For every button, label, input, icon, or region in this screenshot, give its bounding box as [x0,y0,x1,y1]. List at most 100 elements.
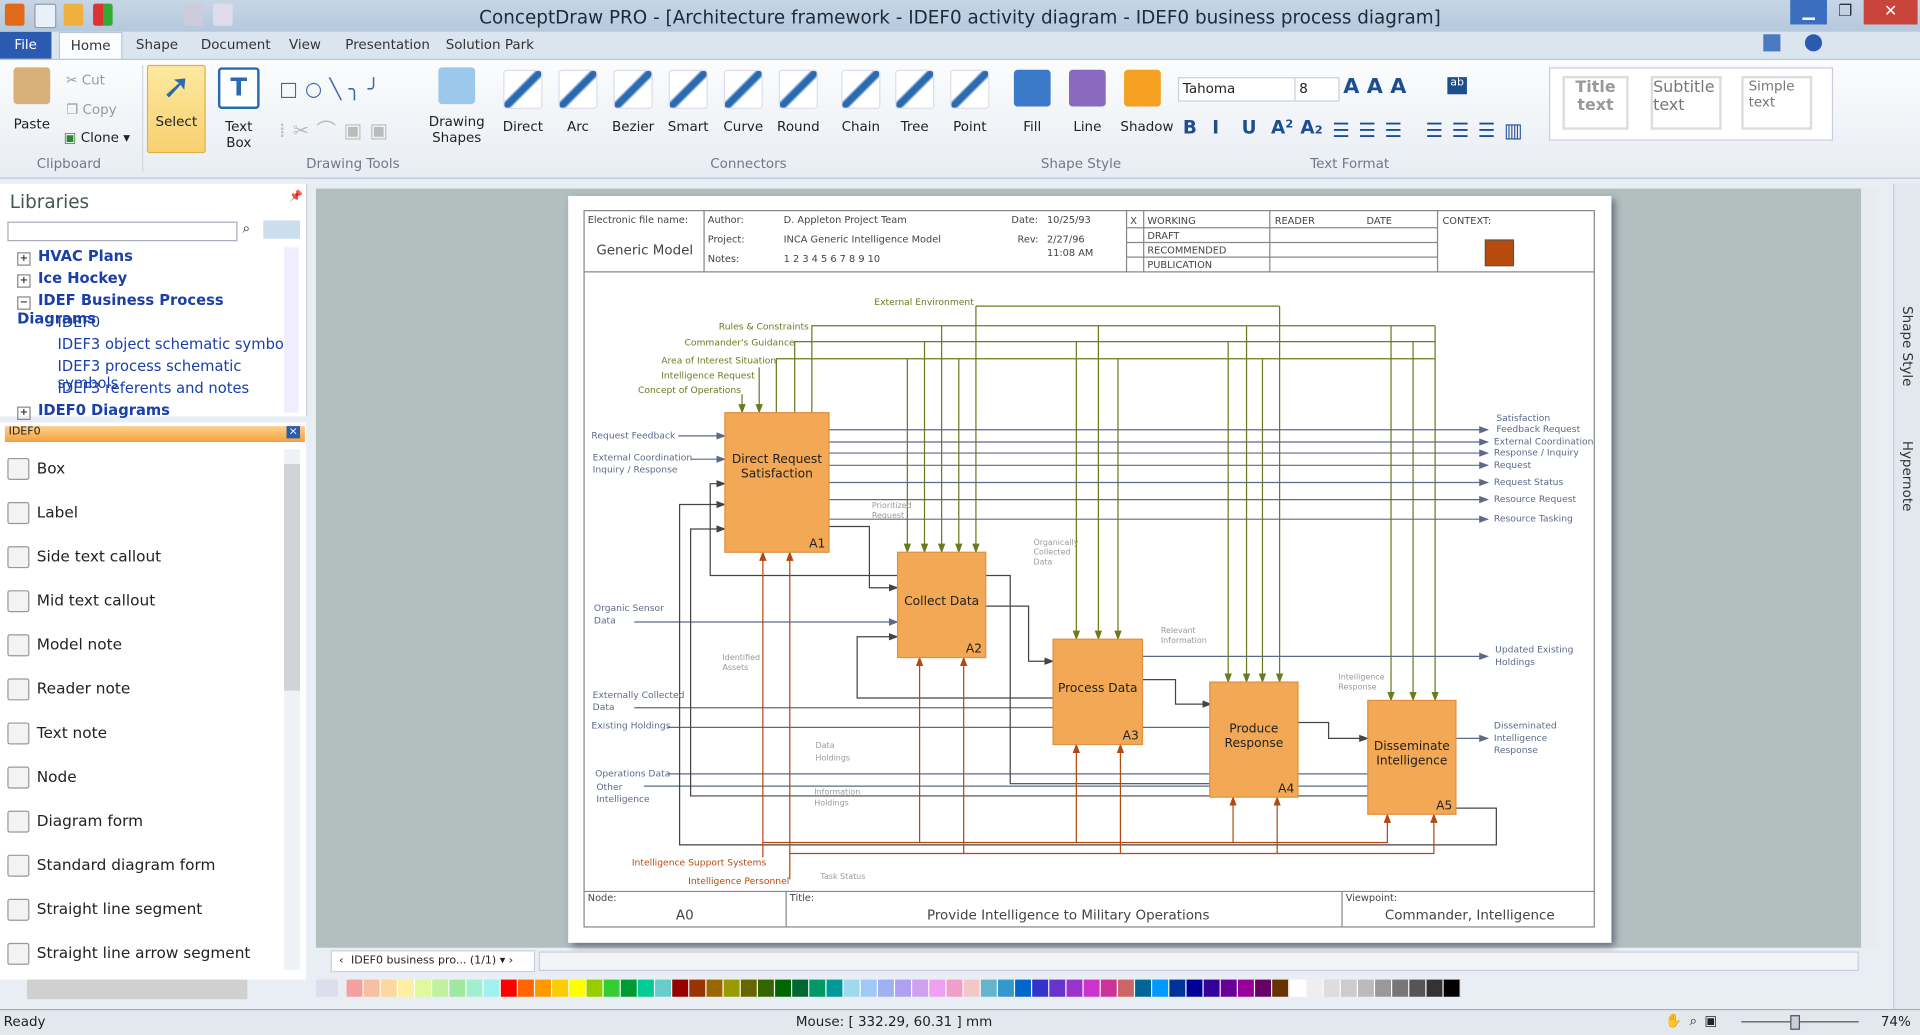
activity-box-A2[interactable]: Collect Data A2 [896,551,987,659]
palette-swatch[interactable] [1135,979,1153,997]
palette-swatch[interactable] [1220,979,1238,997]
activity-title: Satisfaction [741,467,813,481]
palette-swatch[interactable] [792,979,810,997]
palette-swatch[interactable] [363,979,381,997]
palette-swatch[interactable] [877,979,896,997]
side-tab-hypernote[interactable]: Hypernote [1899,441,1915,512]
output-label: Satisfaction [1496,413,1550,424]
palette-swatch[interactable] [1392,979,1410,997]
view-tools[interactable]: ✋⌕▣ [1665,1013,1724,1030]
palette-swatch[interactable] [1186,979,1204,997]
horizontal-canvas-scrollbar[interactable] [538,951,1859,972]
palette-swatch[interactable] [655,979,673,997]
annotation: Data [1033,557,1052,566]
palette-swatch[interactable] [620,979,638,997]
palette-swatch[interactable] [1032,979,1050,997]
palette-swatch[interactable] [380,979,398,997]
activity-box-A5[interactable]: DisseminateIntelligence A5 [1367,699,1457,815]
palette-swatch[interactable] [809,979,827,997]
input-label: Operations Data [595,768,670,779]
palette-swatch[interactable] [1272,979,1290,997]
viewpoint-label: Viewpoint: [1346,893,1397,904]
node-value: A0 [676,909,694,924]
palette-swatch[interactable] [1323,979,1341,997]
activity-title: Collect Data [904,594,979,608]
palette-swatch[interactable] [775,979,793,997]
palette-swatch[interactable] [912,979,930,997]
palette-swatch[interactable] [552,979,570,997]
annotation: Request [872,511,904,520]
viewpoint-value: Commander, Intelligence [1385,909,1555,924]
idef0-diagram: Electronic file name: Generic Model Auth… [583,210,1595,928]
working-mark: X [1130,216,1137,227]
palette-swatch[interactable] [1203,979,1221,997]
palette-swatch[interactable] [1375,979,1393,997]
palette-swatch[interactable] [672,979,690,997]
palette-swatch[interactable] [1083,979,1101,997]
vertical-scrollbar[interactable] [1861,188,1879,948]
palette-swatch[interactable] [586,979,604,997]
activity-box-A4[interactable]: ProduceResponse A4 [1209,681,1299,798]
palette-swatch[interactable] [449,979,467,997]
palette-swatch[interactable] [826,979,844,997]
palette-swatch[interactable] [1237,979,1256,997]
status-recommended: RECOMMENDED [1147,245,1226,256]
palette-swatch[interactable] [1443,979,1461,997]
palette-swatch[interactable] [517,979,536,997]
mouse-position: Mouse: [ 332.29, 60.31 ] mm [795,1013,993,1030]
control-label: Concept of Operations [638,385,741,396]
palette-swatch[interactable] [895,979,913,997]
palette-swatch[interactable] [432,979,450,997]
palette-swatch[interactable] [500,979,518,997]
palette-swatch[interactable] [603,979,621,997]
palette-swatch[interactable] [397,979,416,997]
palette-swatch[interactable] [1340,979,1358,997]
palette-swatch[interactable] [637,979,656,997]
palette-swatch[interactable] [1100,979,1118,997]
palette-swatch[interactable] [723,979,741,997]
palette-swatch[interactable] [535,979,553,997]
date-label: Date: [1011,215,1038,226]
palette-swatch[interactable] [963,979,981,997]
output-label: Updated Existing [1495,645,1573,656]
palette-swatch[interactable] [1049,979,1067,997]
palette-swatch[interactable] [1255,979,1273,997]
palette-swatch[interactable] [929,979,947,997]
annotation: Response [1338,682,1376,691]
palette-swatch[interactable] [569,979,587,997]
page-tab[interactable]: ‹ IDEF0 business pro... (1/1) ▾ › [330,950,536,973]
palette-swatch[interactable] [1117,979,1136,997]
palette-swatch[interactable] [843,979,861,997]
notes-value: 1 2 3 4 5 6 7 8 9 10 [784,254,880,265]
palette-swatch[interactable] [706,979,724,997]
palette-swatch[interactable] [1426,979,1444,997]
palette-swatch[interactable] [740,979,758,997]
activity-title: Process Data [1058,681,1138,695]
palette-swatch[interactable] [980,979,998,997]
side-tab-shape-style[interactable]: Shape Style [1899,306,1915,386]
palette-swatch[interactable] [415,979,433,997]
author-label: Author: [708,215,744,226]
palette-swatch[interactable] [466,979,484,997]
palette-swatch[interactable] [946,979,964,997]
activity-box-A1[interactable]: Direct RequestSatisfaction A1 [724,412,830,553]
palette-swatch[interactable] [1015,979,1033,997]
zoom-slider[interactable] [1741,1015,1859,1030]
palette-swatch[interactable] [1357,979,1376,997]
annotation: Organically [1033,538,1078,547]
palette-swatch[interactable] [1169,979,1187,997]
palette-swatch[interactable] [997,979,1016,997]
palette-swatch[interactable] [1306,979,1324,997]
palette-swatch[interactable] [757,979,776,997]
palette-swatch[interactable] [1409,979,1427,997]
palette-swatch[interactable] [1289,979,1307,997]
palette-swatch[interactable] [483,979,501,997]
palette-menu-icon[interactable] [315,979,338,997]
activity-box-A3[interactable]: Process Data A3 [1052,638,1144,746]
palette-swatch[interactable] [1152,979,1170,997]
palette-swatch[interactable] [1066,979,1084,997]
palette-swatch[interactable] [346,979,364,997]
palette-swatch[interactable] [689,979,707,997]
input-label: Data [594,615,616,626]
palette-swatch[interactable] [860,979,878,997]
